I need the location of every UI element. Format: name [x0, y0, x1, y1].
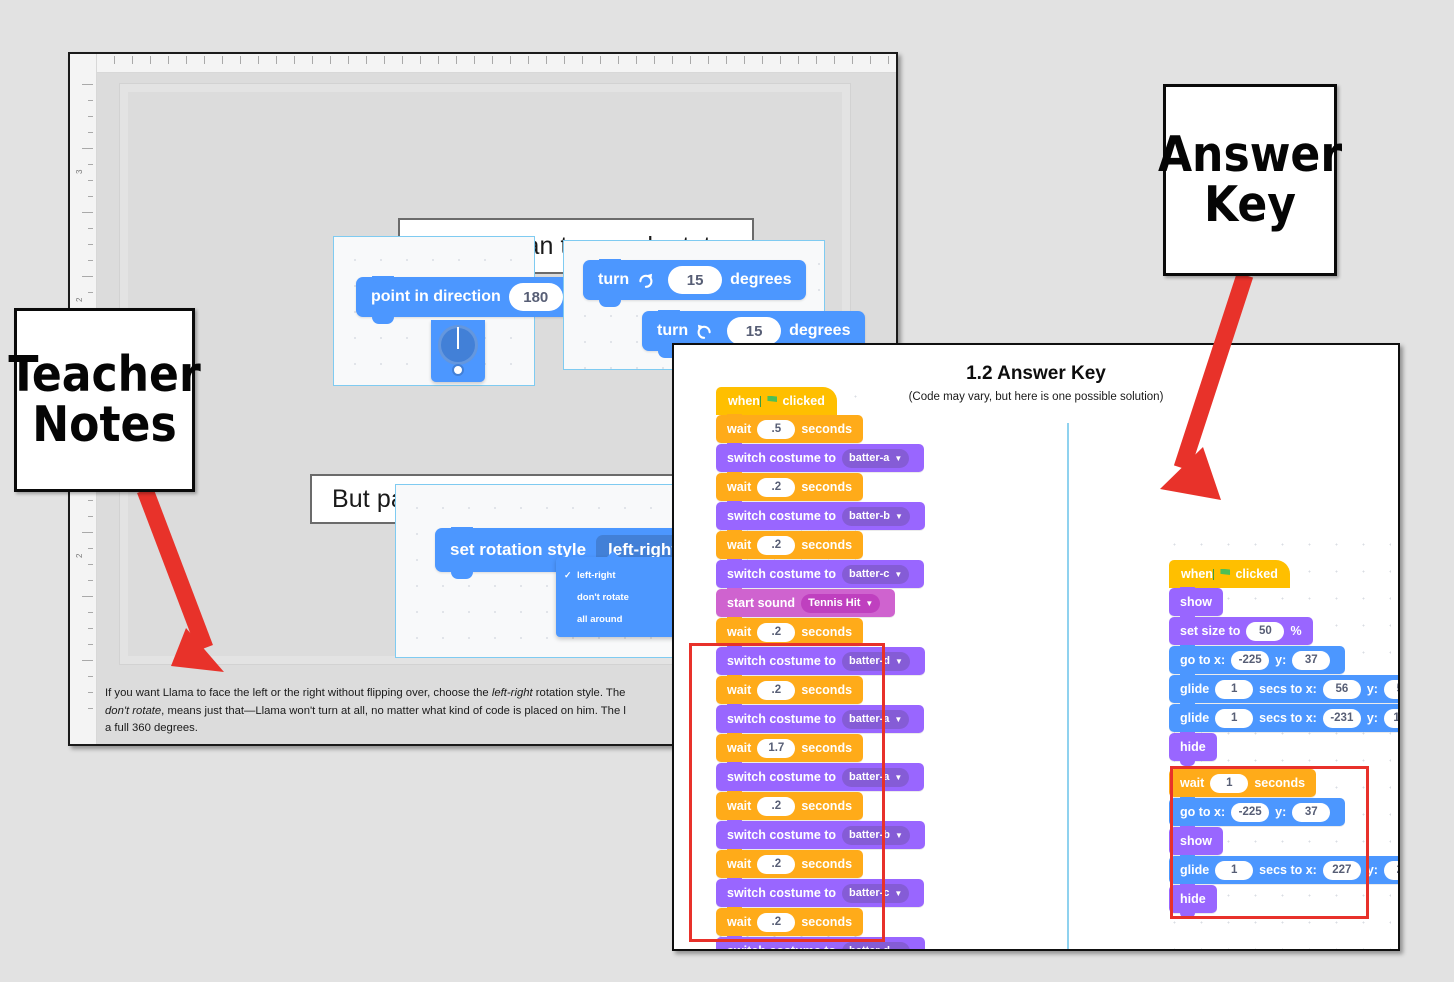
answer-key-label: Answer Key: [1158, 84, 1342, 276]
teacher-notes-label: Teacher Notes: [8, 308, 201, 492]
teacher-notes-arrow: [137, 486, 224, 672]
teacher-notes-label-line1: Teacher: [8, 346, 201, 404]
teacher-notes-label-line2: Notes: [32, 396, 177, 453]
answer-key-label-line2: Key: [1204, 176, 1296, 233]
answer-key-arrow: [1160, 272, 1254, 500]
answer-key-label-line1: Answer: [1157, 126, 1343, 184]
